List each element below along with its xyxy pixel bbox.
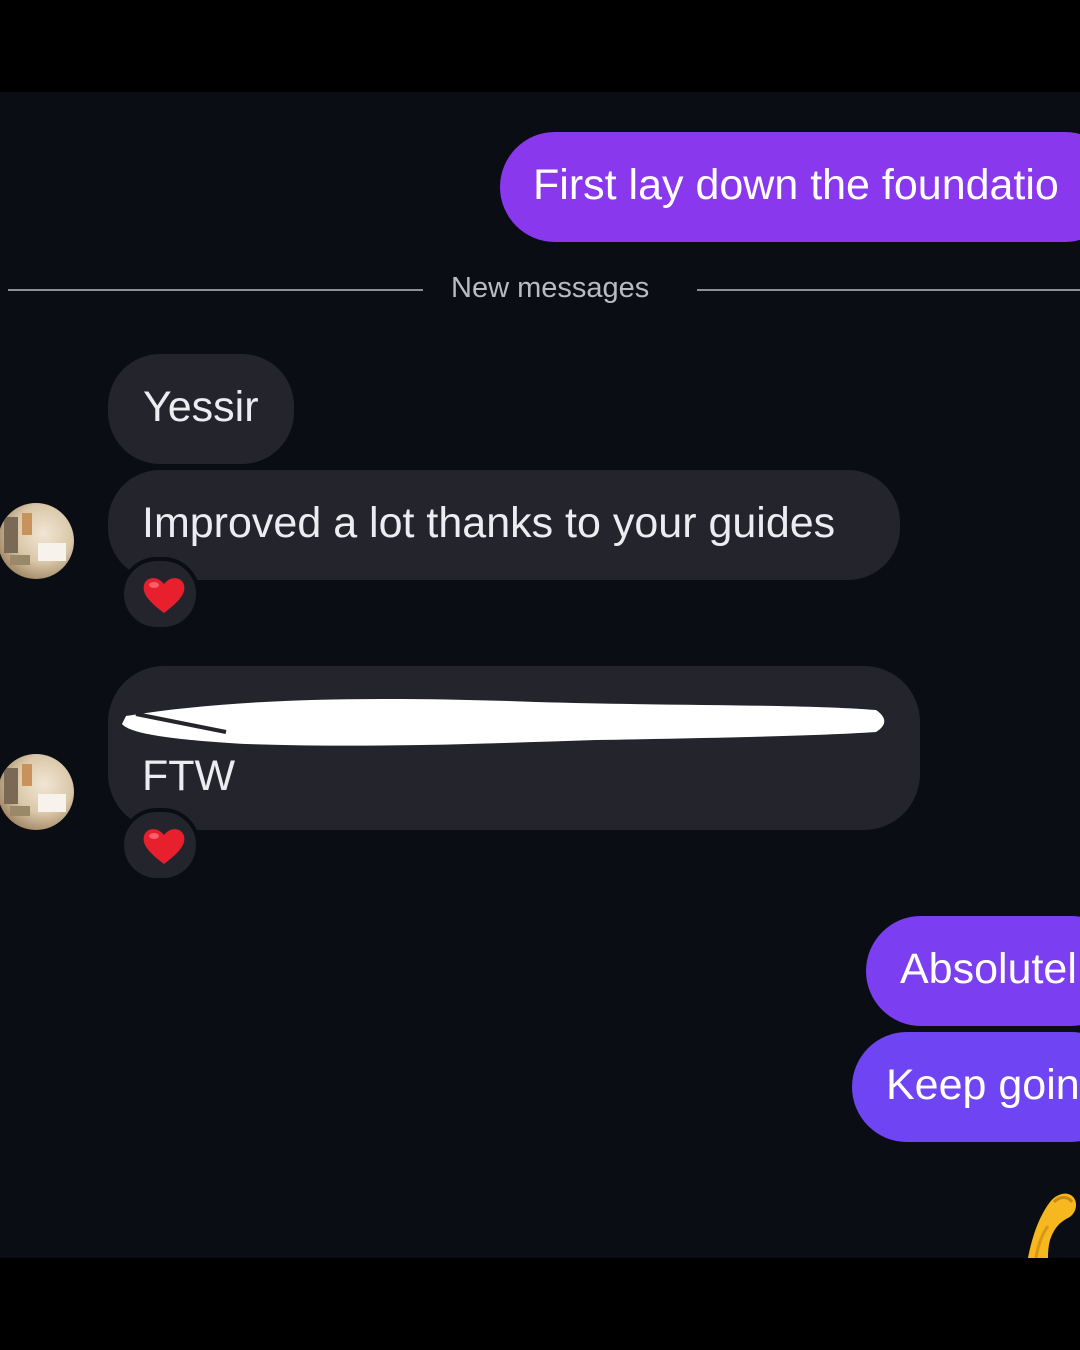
sent-message-bubble[interactable]: Absolutel: [866, 916, 1080, 1026]
heart-icon: [143, 829, 185, 864]
heart-icon: [143, 578, 185, 613]
message-text: Improved a lot thanks to your guides: [142, 499, 836, 547]
message-text: Yessir: [143, 383, 259, 431]
received-message-bubble[interactable]: Yessir: [108, 354, 294, 464]
sent-message-bubble[interactable]: First lay down the foundatio: [500, 132, 1080, 242]
sent-message-bubble[interactable]: Keep goin: [852, 1032, 1080, 1142]
message-text: FTW: [142, 752, 236, 800]
received-message-bubble[interactable]: Improved a lot thanks to your guides: [108, 470, 900, 580]
flexed-biceps-icon[interactable]: [1010, 1188, 1080, 1258]
divider-line-right: [697, 289, 1080, 291]
message-text: Keep goin: [886, 1061, 1080, 1109]
screenshot-frame: First lay down the foundatio New message…: [0, 0, 1080, 1350]
chat-thread[interactable]: First lay down the foundatio New message…: [0, 92, 1080, 1258]
divider-line-left: [8, 289, 423, 291]
redaction-scribble: [122, 698, 885, 746]
message-text: First lay down the foundatio: [533, 161, 1059, 209]
contact-avatar[interactable]: [0, 754, 74, 830]
heart-reaction-badge[interactable]: [120, 557, 200, 631]
message-text: Absolutel: [900, 945, 1077, 993]
new-messages-divider-label: New messages: [451, 272, 650, 304]
contact-avatar[interactable]: [0, 503, 74, 579]
heart-reaction-badge[interactable]: [120, 808, 200, 882]
